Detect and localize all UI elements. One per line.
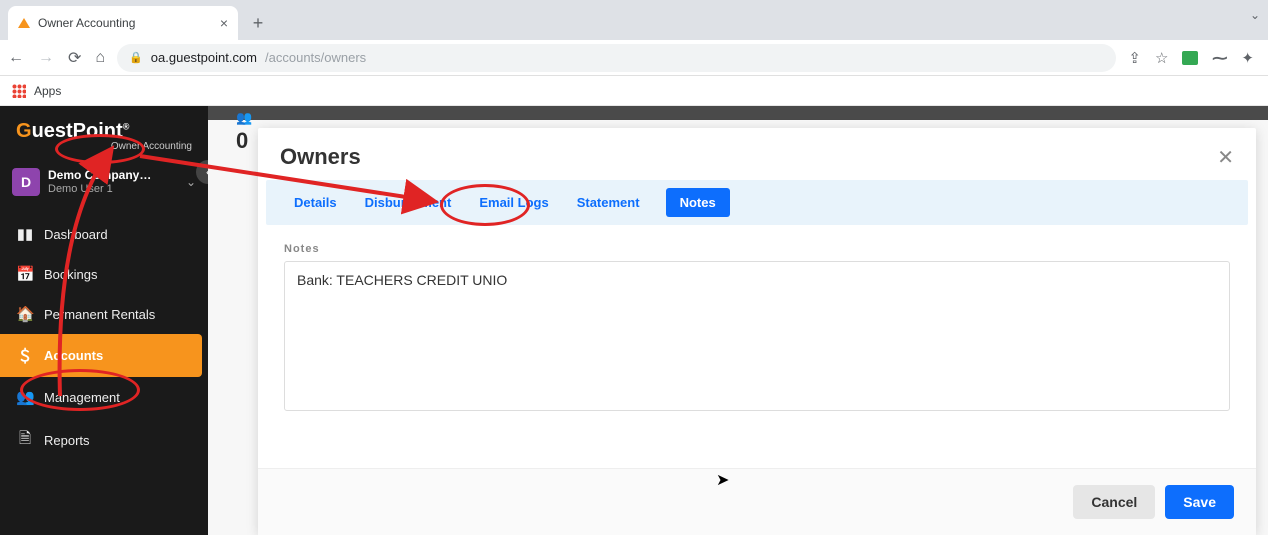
notes-text: Bank: TEACHERS CREDIT UNIO bbox=[297, 272, 507, 288]
tab-notes[interactable]: Notes bbox=[666, 188, 730, 217]
users-icon: 👥 bbox=[16, 388, 34, 406]
bookmarks-bar: Apps bbox=[0, 76, 1268, 106]
sidebar-item-bookings[interactable]: 📅 Bookings bbox=[0, 254, 208, 294]
dollar-icon: ＄ bbox=[16, 345, 34, 366]
modal-title: Owners bbox=[280, 144, 361, 170]
sidebar-item-dashboard[interactable]: ▮▮ Dashboard bbox=[0, 214, 208, 254]
sidebar-item-label: Dashboard bbox=[44, 227, 108, 242]
tab-disbursement[interactable]: Disbursement bbox=[363, 189, 454, 216]
house-icon: 🏠 bbox=[16, 305, 34, 323]
nav-reload-icon[interactable]: ⟳ bbox=[68, 48, 81, 68]
save-button[interactable]: Save bbox=[1165, 485, 1234, 519]
apps-grid-icon[interactable] bbox=[12, 84, 26, 98]
nav-forward-icon: → bbox=[38, 49, 54, 67]
nav-home-icon[interactable]: ⌂ bbox=[95, 49, 105, 67]
owners-modal: Owners ✕ Details Disbursement Email Logs… bbox=[258, 128, 1256, 535]
company-selector[interactable]: D Demo Company… Demo User 1 ⌄ bbox=[0, 158, 208, 206]
extension-blue-icon[interactable]: ⁓ bbox=[1212, 49, 1227, 67]
sidebar-item-label: Management bbox=[44, 390, 120, 405]
sidebar-item-permanent-rentals[interactable]: 🏠 Permanent Rentals bbox=[0, 294, 208, 334]
sidebar-item-accounts[interactable]: ＄ Accounts bbox=[0, 334, 202, 377]
main-area: 👥 0 Owners ✕ Details Disbursement Email … bbox=[208, 106, 1268, 535]
brand-prefix: G bbox=[16, 120, 32, 142]
nav-back-icon[interactable]: ← bbox=[8, 49, 24, 67]
extension-green-icon[interactable] bbox=[1182, 51, 1198, 65]
lock-icon: 🔒 bbox=[129, 51, 143, 64]
sidebar: GuestPoint® Owner Accounting ‹ D Demo Co… bbox=[0, 106, 208, 535]
notes-textarea[interactable]: Bank: TEACHERS CREDIT UNIO bbox=[284, 261, 1230, 411]
apps-label[interactable]: Apps bbox=[34, 84, 61, 98]
sidebar-item-label: Bookings bbox=[44, 267, 97, 282]
bookmark-star-icon[interactable]: ☆ bbox=[1155, 49, 1168, 67]
tab-favicon-icon bbox=[18, 18, 30, 28]
brand-rest: uestPoint bbox=[32, 120, 123, 142]
tab-details[interactable]: Details bbox=[292, 189, 339, 216]
browser-toolbar: ← → ⟳ ⌂ 🔒 oa.guestpoint.com/accounts/own… bbox=[0, 40, 1268, 76]
sidebar-item-label: Permanent Rentals bbox=[44, 307, 155, 322]
people-icon: 👥 bbox=[236, 110, 252, 126]
company-badge: D bbox=[12, 168, 40, 196]
share-icon[interactable]: ⇪ bbox=[1128, 49, 1141, 67]
brand-logo: GuestPoint® Owner Accounting bbox=[0, 106, 208, 158]
sidebar-item-management[interactable]: 👥 Management bbox=[0, 377, 208, 417]
document-icon: 🗎 bbox=[16, 428, 34, 453]
tab-title: Owner Accounting bbox=[38, 16, 135, 30]
tab-email-logs[interactable]: Email Logs bbox=[477, 189, 550, 216]
url-host: oa.guestpoint.com bbox=[151, 50, 257, 65]
sidebar-item-reports[interactable]: 🗎 Reports bbox=[0, 417, 208, 464]
sidebar-nav: ▮▮ Dashboard 📅 Bookings 🏠 Permanent Rent… bbox=[0, 214, 208, 464]
extensions-puzzle-icon[interactable]: ✦ bbox=[1241, 49, 1254, 67]
notes-label: Notes bbox=[284, 243, 1230, 255]
cancel-button[interactable]: Cancel bbox=[1073, 485, 1155, 519]
user-name: Demo User 1 bbox=[48, 183, 178, 196]
company-name: Demo Company… bbox=[48, 168, 178, 182]
close-icon[interactable]: ✕ bbox=[1217, 145, 1234, 170]
topbar-strip bbox=[208, 106, 1268, 120]
sidebar-item-label: Reports bbox=[44, 433, 90, 448]
address-bar[interactable]: 🔒 oa.guestpoint.com/accounts/owners bbox=[117, 44, 1116, 72]
browser-tab[interactable]: Owner Accounting × bbox=[8, 6, 238, 40]
url-path: /accounts/owners bbox=[265, 50, 366, 65]
bar-chart-icon: ▮▮ bbox=[16, 225, 34, 243]
browser-tab-strip: ⌄ Owner Accounting × + bbox=[0, 0, 1268, 40]
tab-close-icon[interactable]: × bbox=[220, 15, 228, 31]
calendar-icon: 📅 bbox=[16, 265, 34, 283]
modal-tabs: Details Disbursement Email Logs Statemen… bbox=[266, 180, 1248, 225]
count-fragment: 0 bbox=[236, 128, 248, 154]
chevron-down-icon: ⌄ bbox=[186, 175, 196, 189]
sidebar-item-label: Accounts bbox=[44, 348, 103, 363]
window-caret-icon[interactable]: ⌄ bbox=[1250, 8, 1260, 22]
new-tab-button[interactable]: + bbox=[244, 9, 272, 37]
tab-statement[interactable]: Statement bbox=[575, 189, 642, 216]
